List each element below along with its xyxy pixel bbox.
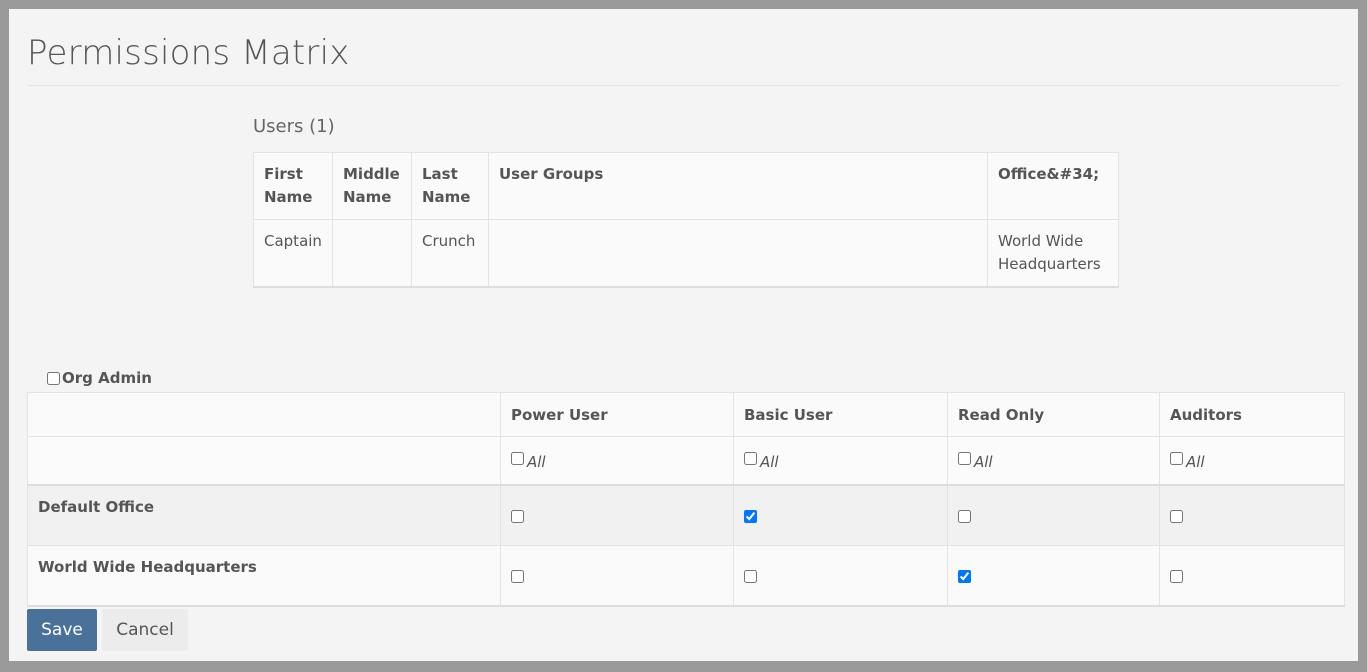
column-header-office-blank	[27, 392, 501, 437]
all-label: All	[974, 452, 993, 471]
select-all-power-user-cell: All	[500, 436, 734, 486]
perm-checkbox-wwhq-read-only[interactable]	[958, 569, 971, 583]
users-heading: Users (1)	[253, 116, 335, 137]
cell-user-groups	[488, 219, 988, 288]
select-all-basic-user[interactable]: All	[744, 452, 779, 471]
cancel-button[interactable]: Cancel	[102, 609, 188, 651]
select-all-blank-cell	[27, 436, 501, 486]
column-header-first-name: First Name	[253, 152, 333, 220]
page-title: Permissions Matrix	[27, 33, 350, 73]
perm-cell	[500, 545, 734, 607]
select-all-read-only-cell: All	[947, 436, 1160, 486]
table-row: Captain Crunch World Wide Headquarters	[253, 219, 1119, 288]
perm-cell	[733, 545, 948, 607]
org-admin-checkbox[interactable]	[47, 371, 60, 385]
org-admin-label: Org Admin	[62, 369, 152, 387]
perm-cell	[1159, 545, 1345, 607]
users-table-header-row: First Name Middle Name Last Name User Gr…	[253, 152, 1119, 220]
office-name-default-office: Default Office	[27, 484, 501, 546]
select-all-row: All All All All	[27, 436, 1345, 486]
cell-last-name: Crunch	[411, 219, 489, 288]
table-row: Default Office	[27, 484, 1345, 546]
column-header-power-user: Power User	[500, 392, 734, 437]
select-all-auditors-checkbox[interactable]	[1170, 452, 1183, 466]
perm-checkbox-default-office-basic-user[interactable]	[744, 509, 757, 523]
all-label: All	[527, 452, 546, 471]
permissions-header-row: Power User Basic User Read Only Auditors	[27, 392, 1345, 437]
save-button[interactable]: Save	[27, 609, 97, 651]
perm-checkbox-default-office-read-only[interactable]	[958, 509, 971, 523]
column-header-user-groups: User Groups	[488, 152, 988, 220]
org-admin-toggle[interactable]: Org Admin	[47, 369, 152, 387]
table-row: World Wide Headquarters	[27, 545, 1345, 607]
users-table: First Name Middle Name Last Name User Gr…	[253, 152, 1119, 288]
select-all-power-user-checkbox[interactable]	[511, 452, 524, 466]
select-all-auditors-cell: All	[1159, 436, 1345, 486]
column-header-basic-user: Basic User	[733, 392, 948, 437]
select-all-power-user[interactable]: All	[511, 452, 546, 471]
select-all-auditors[interactable]: All	[1170, 452, 1205, 471]
column-header-office: Office&#34;	[987, 152, 1119, 220]
office-name-world-wide-headquarters: World Wide Headquarters	[27, 545, 501, 607]
select-all-basic-user-checkbox[interactable]	[744, 452, 757, 466]
permissions-table: Power User Basic User Read Only Auditors…	[27, 392, 1345, 607]
perm-checkbox-wwhq-auditors[interactable]	[1170, 569, 1183, 583]
perm-checkbox-wwhq-power-user[interactable]	[511, 569, 524, 583]
select-all-read-only[interactable]: All	[958, 452, 993, 471]
perm-cell	[500, 484, 734, 546]
cell-office: World Wide Headquarters	[987, 219, 1119, 288]
perm-cell	[947, 484, 1160, 546]
perm-cell	[733, 484, 948, 546]
perm-cell	[1159, 484, 1345, 546]
column-header-last-name: Last Name	[411, 152, 489, 220]
perm-checkbox-wwhq-basic-user[interactable]	[744, 569, 757, 583]
page-frame: Permissions Matrix Users (1) First Name …	[9, 9, 1358, 661]
cell-first-name: Captain	[253, 219, 333, 288]
select-all-read-only-checkbox[interactable]	[958, 452, 971, 466]
all-label: All	[1186, 452, 1205, 471]
perm-checkbox-default-office-power-user[interactable]	[511, 509, 524, 523]
select-all-basic-user-cell: All	[733, 436, 948, 486]
perm-cell	[947, 545, 1160, 607]
perm-checkbox-default-office-auditors[interactable]	[1170, 509, 1183, 523]
cell-middle-name	[332, 219, 412, 288]
column-header-middle-name: Middle Name	[332, 152, 412, 220]
column-header-auditors: Auditors	[1159, 392, 1345, 437]
all-label: All	[760, 452, 779, 471]
title-divider	[27, 85, 1340, 86]
column-header-read-only: Read Only	[947, 392, 1160, 437]
